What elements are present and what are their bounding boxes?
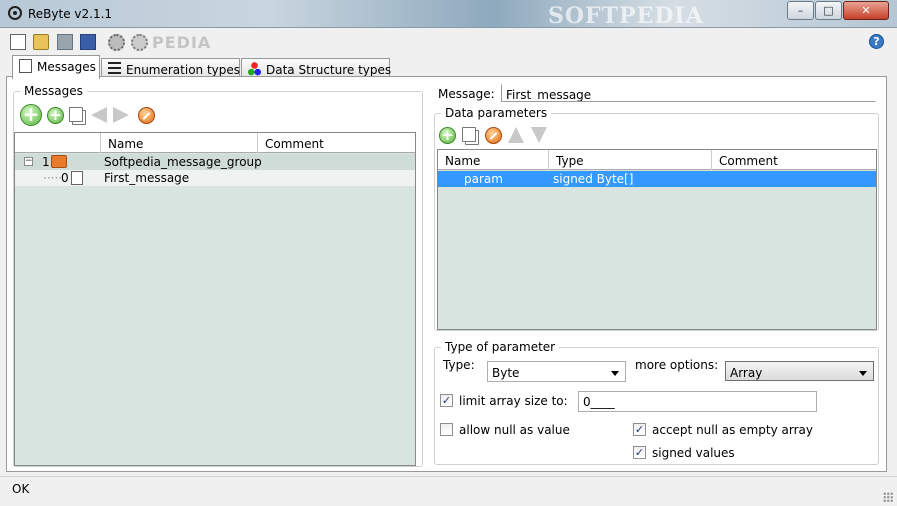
chevron-down-icon xyxy=(611,371,619,376)
window-title: ReByte v2.1.1 xyxy=(28,7,113,21)
rgb-dots-icon xyxy=(248,62,261,76)
limit-array-label: limit array size to: xyxy=(459,394,568,408)
allow-null-checkbox[interactable] xyxy=(440,423,453,436)
signed-values-label: signed values xyxy=(652,446,735,460)
tree-expander[interactable]: − xyxy=(24,157,33,166)
copy-icon[interactable] xyxy=(69,107,83,122)
table-row[interactable]: − 1 Softpedia_message_group xyxy=(15,154,415,170)
parameters-grid[interactable]: Name Type Comment param signed Byte[] xyxy=(437,149,877,330)
messages-group-title: Messages xyxy=(20,84,87,98)
column-comment[interactable]: Comment xyxy=(258,133,415,153)
allow-null-label: allow null as value xyxy=(459,423,570,437)
help-icon[interactable]: ? xyxy=(869,34,884,49)
toolbar-watermark: PEDIA xyxy=(152,33,212,52)
close-button[interactable]: ✕ xyxy=(843,1,889,20)
delete-parameter-icon[interactable] xyxy=(485,127,502,144)
signed-values-checkbox[interactable]: ✓ xyxy=(633,446,646,459)
messages-grid-header: Name Comment xyxy=(15,133,415,153)
type-of-parameter-group: Type of parameter Type: Byte more option… xyxy=(434,340,879,465)
title-bar: ReByte v2.1.1 SOFTPEDIA – □ ✕ xyxy=(0,0,897,29)
main-toolbar: PEDIA ? xyxy=(0,29,897,55)
column-name[interactable]: Name xyxy=(101,133,258,153)
save-as-icon[interactable] xyxy=(80,34,96,50)
type-label: Type: xyxy=(443,358,475,372)
limit-array-size-input[interactable]: 0____ xyxy=(578,391,817,412)
accept-null-label: accept null as empty array xyxy=(652,423,813,437)
arrow-right-icon[interactable] xyxy=(113,107,129,123)
delete-icon[interactable] xyxy=(138,107,155,124)
settings-icon-2[interactable] xyxy=(131,34,148,51)
row-index: 0 xyxy=(61,171,69,185)
param-name: param xyxy=(464,172,503,186)
maximize-button[interactable]: □ xyxy=(815,1,842,20)
minimize-button[interactable]: – xyxy=(787,1,814,20)
column-name[interactable]: Name xyxy=(438,150,549,170)
row-name: First_message xyxy=(104,171,190,185)
type-of-parameter-title: Type of parameter xyxy=(441,340,560,354)
tab-data-structure-types[interactable]: Data Structure types xyxy=(241,58,391,78)
data-parameters-title: Data parameters xyxy=(441,106,552,120)
column-comment[interactable]: Comment xyxy=(712,150,876,170)
messages-group: Messages Name Comment − 1 Softpedia_mess… xyxy=(13,84,423,467)
list-icon xyxy=(108,62,121,76)
arrow-up-icon[interactable] xyxy=(508,127,524,143)
arrow-down-icon[interactable] xyxy=(531,127,547,143)
messages-tab-page: Messages Name Comment − 1 Softpedia_mess… xyxy=(6,76,887,472)
more-options-label: more options: xyxy=(635,358,719,372)
tab-enumeration-types[interactable]: Enumeration types xyxy=(101,58,240,78)
tab-messages[interactable]: Messages xyxy=(12,55,100,79)
type-select[interactable]: Byte xyxy=(487,361,626,382)
app-icon xyxy=(8,6,22,20)
open-folder-icon[interactable] xyxy=(33,34,49,50)
messages-grid[interactable]: Name Comment − 1 Softpedia_message_group… xyxy=(14,132,416,466)
add-parameter-icon[interactable] xyxy=(439,126,456,144)
table-row[interactable]: param signed Byte[] xyxy=(438,171,876,187)
folder-icon xyxy=(51,155,67,168)
add-group-icon[interactable] xyxy=(20,102,42,126)
save-icon[interactable] xyxy=(57,34,73,50)
row-index: 1 xyxy=(42,155,50,169)
message-name-field[interactable]: First_message xyxy=(501,84,876,102)
watermark: SOFTPEDIA xyxy=(548,3,704,29)
chevron-down-icon xyxy=(859,371,867,376)
more-options-select[interactable]: Array xyxy=(725,361,874,381)
param-type: signed Byte[] xyxy=(553,172,634,186)
data-parameters-group: Data parameters Name Type Comment param … xyxy=(434,106,879,331)
add-message-icon[interactable] xyxy=(47,106,64,124)
message-label: Message: xyxy=(438,87,495,101)
copy-parameter-icon[interactable] xyxy=(462,127,476,142)
arrow-left-icon[interactable] xyxy=(91,107,107,123)
new-file-icon[interactable] xyxy=(10,34,26,50)
status-text: OK xyxy=(12,482,30,496)
table-row[interactable]: ····· 0 First_message xyxy=(15,170,415,186)
limit-array-checkbox[interactable]: ✓ xyxy=(440,394,453,407)
column-type[interactable]: Type xyxy=(549,150,712,170)
settings-icon[interactable] xyxy=(108,34,125,51)
parameters-grid-header: Name Type Comment xyxy=(438,150,876,170)
document-icon xyxy=(71,171,83,185)
row-name: Softpedia_message_group xyxy=(104,155,262,169)
accept-null-checkbox[interactable]: ✓ xyxy=(633,423,646,436)
document-icon xyxy=(19,59,32,73)
status-bar: OK xyxy=(0,476,897,506)
resize-grip-icon[interactable] xyxy=(883,492,893,502)
